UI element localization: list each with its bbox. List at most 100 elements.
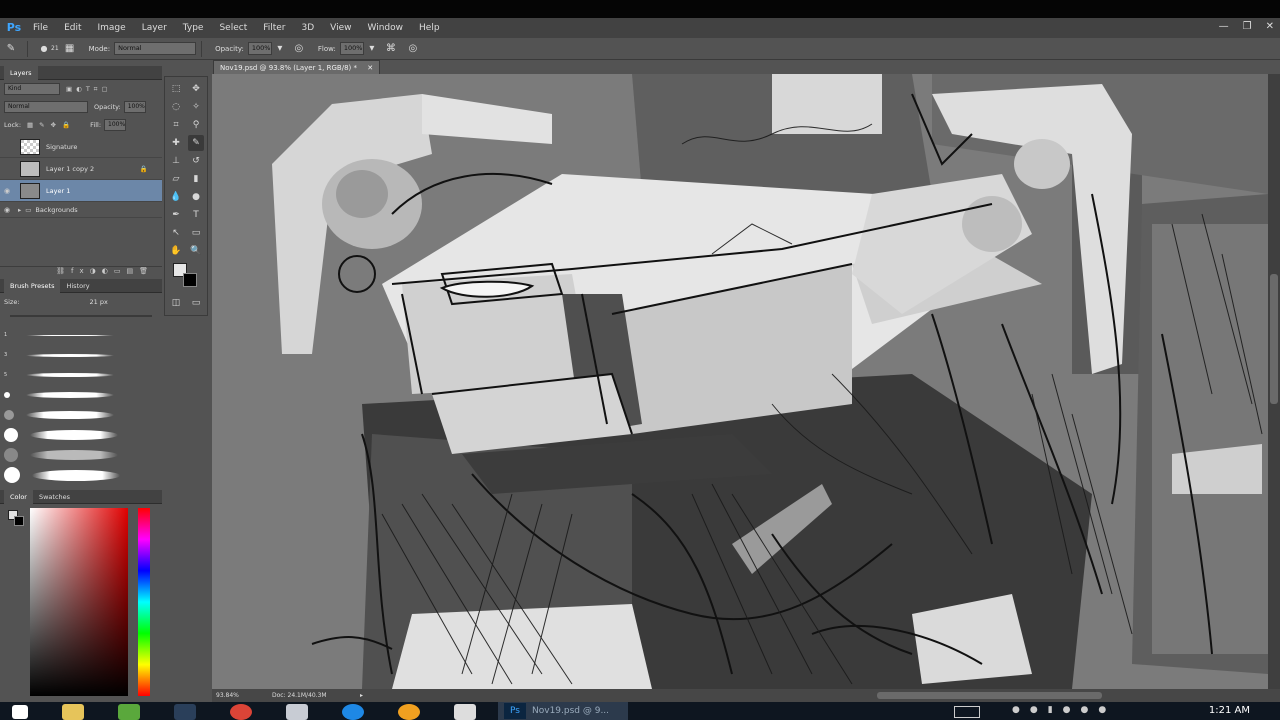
history-brush-icon[interactable]: ↺: [188, 153, 204, 169]
opacity-pressure-icon[interactable]: ▾: [275, 41, 285, 57]
color-field[interactable]: [30, 508, 128, 696]
menu-layer[interactable]: Layer: [134, 18, 175, 38]
green-app-icon[interactable]: [118, 704, 140, 720]
brush-preset[interactable]: [0, 445, 162, 465]
expand-arrow-icon[interactable]: ▸: [18, 206, 21, 214]
blur-tool-icon[interactable]: 💧: [168, 189, 184, 205]
brush-picker-icon[interactable]: ●: [36, 41, 52, 57]
quick-select-tool-icon[interactable]: ✧: [188, 99, 204, 115]
brush-preset[interactable]: [0, 465, 162, 485]
hand-tool-icon[interactable]: ✋: [168, 243, 184, 259]
size-slider[interactable]: [10, 315, 152, 317]
layer-row-signature[interactable]: Signature: [0, 136, 162, 158]
visibility-eye-icon[interactable]: ◉: [0, 187, 14, 195]
zoom-level[interactable]: 93.84%: [216, 692, 272, 699]
orange-app-icon[interactable]: [398, 704, 420, 720]
brush-panel-toggle-icon[interactable]: ▦: [62, 41, 78, 57]
menu-file[interactable]: File: [25, 18, 56, 38]
tab-swatches[interactable]: Swatches: [33, 490, 76, 504]
pen-tool-icon[interactable]: ✒: [168, 207, 184, 223]
vertical-scrollbar[interactable]: [1268, 74, 1280, 689]
brush-preset[interactable]: 3: [0, 345, 162, 365]
keyboard-icon[interactable]: [954, 706, 980, 718]
gradient-tool-icon[interactable]: ▮: [188, 171, 204, 187]
brush-preset[interactable]: [0, 425, 162, 445]
brush-preset[interactable]: [0, 405, 162, 425]
pressure-size-icon[interactable]: ◎: [405, 41, 421, 57]
app-icon[interactable]: [286, 704, 308, 720]
path-select-tool-icon[interactable]: ↖: [168, 225, 184, 241]
visibility-eye-icon[interactable]: ◉: [0, 206, 14, 214]
horizontal-scroll-thumb[interactable]: [877, 692, 1102, 699]
kind-filter-select[interactable]: Kind: [4, 83, 60, 95]
healing-tool-icon[interactable]: ✚: [168, 135, 184, 151]
pressure-opacity-icon[interactable]: ◎: [291, 41, 307, 57]
layer-row-layer-1-copy-2[interactable]: Layer 1 copy 2 🔒: [0, 158, 162, 180]
blue-app-icon[interactable]: [342, 704, 364, 720]
close-tab-icon[interactable]: ✕: [367, 64, 373, 72]
layer-opacity-input[interactable]: 100%: [123, 101, 146, 113]
steam-icon[interactable]: [174, 704, 196, 720]
layer-row-layer-1[interactable]: ◉ Layer 1: [0, 180, 162, 202]
menu-window[interactable]: Window: [360, 18, 412, 38]
document-tab[interactable]: Nov19.psd @ 93.8% (Layer 1, RGB/8) * ✕: [213, 60, 381, 74]
background-swatch[interactable]: [14, 516, 24, 526]
hue-slider[interactable]: [138, 508, 150, 696]
system-clock[interactable]: 1:21 AM: [1209, 705, 1250, 716]
file-explorer-icon[interactable]: [62, 704, 84, 720]
status-bar: 93.84% Doc: 24.1M/40.3M ▸: [212, 689, 1280, 702]
menu-type[interactable]: Type: [175, 18, 212, 38]
opacity-input[interactable]: 100%: [247, 42, 272, 55]
lock-icons[interactable]: ▦✎✥🔒: [27, 121, 76, 129]
unity-icon[interactable]: [454, 704, 476, 720]
eraser-tool-icon[interactable]: ▱: [168, 171, 184, 187]
menu-edit[interactable]: Edit: [56, 18, 89, 38]
menu-view[interactable]: View: [322, 18, 359, 38]
fill-input[interactable]: 100%: [104, 119, 127, 131]
chrome-icon[interactable]: [230, 704, 252, 720]
tab-layers[interactable]: Layers: [4, 65, 38, 80]
airbrush-icon[interactable]: ⌘: [383, 41, 399, 57]
flow-dropdown-icon[interactable]: ▾: [367, 41, 377, 57]
windows-start-icon[interactable]: [12, 705, 28, 719]
screen-mode-icon[interactable]: ▭: [188, 295, 204, 311]
brush-preset[interactable]: 1: [0, 325, 162, 345]
lock-icon: 🔒: [139, 164, 148, 173]
tab-brush-presets[interactable]: Brush Presets: [4, 278, 61, 293]
type-tool-icon[interactable]: T: [188, 207, 204, 223]
menu-filter[interactable]: Filter: [255, 18, 293, 38]
lasso-tool-icon[interactable]: ◌: [168, 99, 184, 115]
shape-tool-icon[interactable]: ▭: [188, 225, 204, 241]
brush-preset[interactable]: [0, 385, 162, 405]
tab-history[interactable]: History: [60, 279, 95, 293]
marquee-tool-icon[interactable]: ⬚: [168, 81, 184, 97]
vertical-scroll-thumb[interactable]: [1270, 274, 1278, 404]
dodge-tool-icon[interactable]: ●: [188, 189, 204, 205]
quick-mask-icon[interactable]: ◫: [168, 295, 184, 311]
zoom-tool-icon[interactable]: 🔍: [188, 243, 204, 259]
flow-input[interactable]: 100%: [339, 42, 364, 55]
taskbar-active-photoshop[interactable]: Ps Nov19.psd @ 9...: [498, 702, 628, 720]
stamp-tool-icon[interactable]: ⊥: [168, 153, 184, 169]
fg-bg-swatch[interactable]: [8, 510, 24, 526]
menu-3d[interactable]: 3D: [294, 18, 323, 38]
document-canvas[interactable]: [212, 74, 1268, 689]
brush-tool-preset-icon[interactable]: ✎: [3, 41, 19, 57]
restore-icon[interactable]: ❐: [1243, 18, 1252, 36]
menu-select[interactable]: Select: [211, 18, 255, 38]
menu-image[interactable]: Image: [90, 18, 134, 38]
background-color-swatch[interactable]: [183, 273, 197, 287]
horizontal-scrollbar[interactable]: [362, 689, 1280, 702]
blend-mode-select[interactable]: Normal: [4, 101, 88, 113]
layer-row-backgrounds[interactable]: ◉ ▸ ▭ Backgrounds: [0, 202, 162, 218]
close-icon[interactable]: ✕: [1266, 18, 1274, 36]
brush-tool-icon[interactable]: ✎: [188, 135, 204, 151]
menu-help[interactable]: Help: [411, 18, 448, 38]
eyedropper-tool-icon[interactable]: ⚲: [188, 117, 204, 133]
mode-select[interactable]: Normal: [114, 42, 197, 55]
crop-tool-icon[interactable]: ⌗: [168, 117, 184, 133]
tab-color[interactable]: Color: [4, 489, 33, 504]
minimize-icon[interactable]: —: [1219, 18, 1229, 36]
move-tool-icon[interactable]: ✥: [188, 81, 204, 97]
brush-preset[interactable]: 5: [0, 365, 162, 385]
